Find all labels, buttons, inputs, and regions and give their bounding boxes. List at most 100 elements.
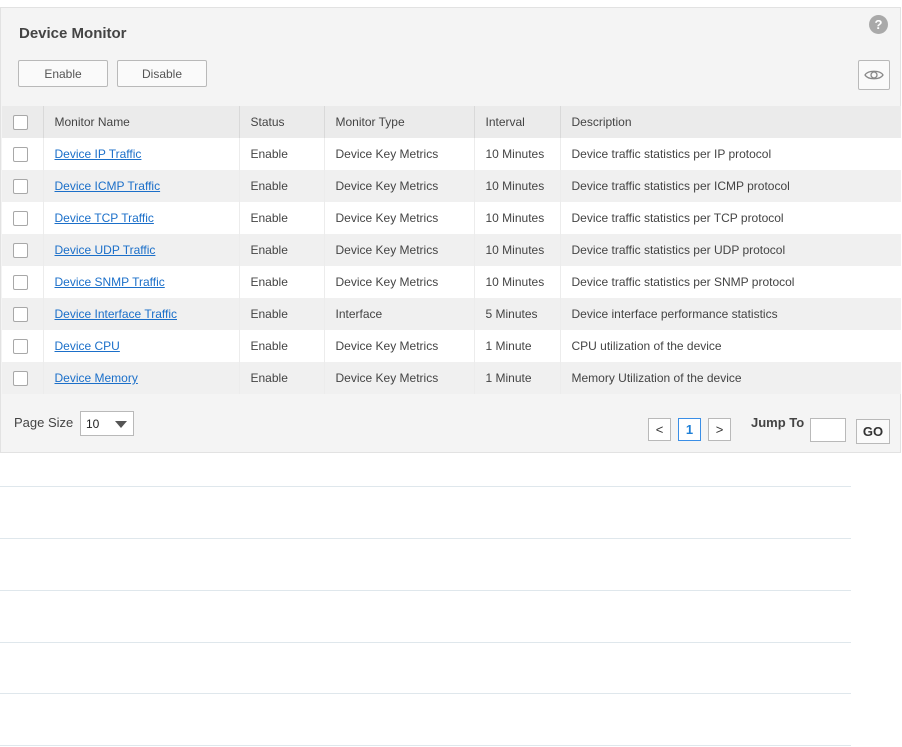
table-row[interactable]: Device CPU Enable Device Key Metrics 1 Minu… — [2, 330, 901, 362]
jump-to-label: Jump To — [751, 415, 805, 430]
row-select-cell — [2, 202, 44, 234]
page-size-select[interactable]: 10 — [80, 411, 134, 436]
table-row[interactable]: Device UDP Traffic Enable Device Key Metri… — [2, 234, 901, 266]
description-cell: Device interface performance statistics — [560, 298, 901, 330]
monitor-table: Monitor Name Status Monitor Type Interva… — [2, 106, 901, 394]
monitor-name-link[interactable]: Device Memory — [55, 371, 138, 385]
status-cell: Enable — [239, 170, 325, 202]
monitor-name-link[interactable]: Device IP Traffic — [55, 147, 142, 161]
status-cell: Enable — [239, 202, 325, 234]
description-cell: Device traffic statistics per TCP protoc… — [560, 202, 901, 234]
eye-icon — [864, 70, 884, 80]
table-row[interactable]: Device IP Traffic Enable Device Key Metric… — [2, 138, 901, 170]
select-all-cell — [2, 106, 44, 138]
table-row[interactable]: Device Memory Enable Device Key Metrics 1 M… — [2, 362, 901, 394]
row-checkbox[interactable] — [13, 210, 28, 226]
description-cell: Device traffic statistics per ICMP proto… — [560, 170, 901, 202]
monitor-name-cell: Device Interface Traffic — [43, 298, 240, 330]
monitor-type-cell: Device Key Metrics — [324, 202, 475, 234]
page-1-button[interactable]: 1 — [678, 418, 701, 441]
divider — [0, 486, 851, 487]
enable-button[interactable]: Enable — [18, 60, 108, 87]
monitor-name-link[interactable]: Device CPU — [55, 339, 120, 353]
jump-to-input[interactable] — [810, 418, 846, 442]
status-cell: Enable — [239, 330, 325, 362]
monitor-type-cell: Device Key Metrics — [324, 234, 475, 266]
divider — [0, 745, 851, 746]
monitor-name-cell: Device TCP Traffic — [43, 202, 240, 234]
status-cell: Enable — [239, 298, 325, 330]
monitor-name-link[interactable]: Device Interface Traffic — [55, 307, 178, 321]
interval-cell: 5 Minutes — [474, 298, 561, 330]
column-visibility-button[interactable] — [858, 60, 890, 90]
column-header-monitor-type[interactable]: Monitor Type — [324, 106, 475, 138]
table-row[interactable]: Device TCP Traffic Enable Device Key Metri… — [2, 202, 901, 234]
monitor-name-cell: Device ICMP Traffic — [43, 170, 240, 202]
status-cell: Enable — [239, 362, 325, 394]
monitor-name-link[interactable]: Device UDP Traffic — [55, 243, 156, 257]
table-row[interactable]: Device SNMP Traffic Enable Device Key Metr… — [2, 266, 901, 298]
row-select-cell — [2, 234, 44, 266]
column-header-interval[interactable]: Interval — [474, 106, 561, 138]
monitor-name-cell: Device SNMP Traffic — [43, 266, 240, 298]
interval-cell: 10 Minutes — [474, 138, 561, 170]
monitor-name-cell: Device UDP Traffic — [43, 234, 240, 266]
monitor-name-link[interactable]: Device TCP Traffic — [55, 211, 154, 225]
row-select-cell — [2, 298, 44, 330]
monitor-type-cell: Device Key Metrics — [324, 170, 475, 202]
monitor-type-cell: Device Key Metrics — [324, 362, 475, 394]
interval-cell: 10 Minutes — [474, 234, 561, 266]
status-cell: Enable — [239, 234, 325, 266]
row-checkbox[interactable] — [13, 338, 28, 354]
help-icon[interactable]: ? — [869, 15, 888, 34]
select-all-checkbox[interactable] — [13, 114, 28, 130]
interval-cell: 1 Minute — [474, 330, 561, 362]
divider — [0, 693, 851, 694]
monitor-name-link[interactable]: Device SNMP Traffic — [55, 275, 165, 289]
table-header-row: Monitor Name Status Monitor Type Interva… — [2, 106, 901, 138]
device-monitor-panel: Device Monitor ? Enable Disable Monitor … — [0, 7, 901, 453]
status-cell: Enable — [239, 138, 325, 170]
page-size-label: Page Size — [14, 415, 74, 430]
page-size-value: 10 — [86, 417, 100, 431]
row-checkbox[interactable] — [13, 178, 28, 194]
page-title: Device Monitor — [19, 25, 127, 42]
description-cell: Device traffic statistics per UDP protoc… — [560, 234, 901, 266]
row-select-cell — [2, 362, 44, 394]
row-checkbox[interactable] — [13, 274, 28, 290]
row-select-cell — [2, 266, 44, 298]
monitor-name-cell: Device CPU — [43, 330, 240, 362]
description-cell: CPU utilization of the device — [560, 330, 901, 362]
divider — [0, 590, 851, 591]
monitor-type-cell: Device Key Metrics — [324, 266, 475, 298]
row-select-cell — [2, 170, 44, 202]
table-row[interactable]: Device ICMP Traffic Enable Device Key Metr… — [2, 170, 901, 202]
status-cell: Enable — [239, 266, 325, 298]
monitor-type-cell: Device Key Metrics — [324, 138, 475, 170]
table-row[interactable]: Device Interface Traffic Enable Interface 5… — [2, 298, 901, 330]
column-header-monitor-name[interactable]: Monitor Name — [43, 106, 240, 138]
divider — [0, 642, 851, 643]
chevron-down-icon — [115, 421, 127, 428]
row-checkbox[interactable] — [13, 242, 28, 258]
prev-page-button[interactable]: < — [648, 418, 671, 441]
disable-button[interactable]: Disable — [117, 60, 207, 87]
row-checkbox[interactable] — [13, 370, 28, 386]
row-checkbox[interactable] — [13, 146, 28, 162]
description-cell: Device traffic statistics per SNMP proto… — [560, 266, 901, 298]
monitor-name-link[interactable]: Device ICMP Traffic — [55, 179, 161, 193]
column-header-status[interactable]: Status — [239, 106, 325, 138]
monitor-name-cell: Device Memory — [43, 362, 240, 394]
row-checkbox[interactable] — [13, 306, 28, 322]
next-page-button[interactable]: > — [708, 418, 731, 441]
interval-cell: 1 Minute — [474, 362, 561, 394]
divider — [0, 538, 851, 539]
row-select-cell — [2, 138, 44, 170]
monitor-name-cell: Device IP Traffic — [43, 138, 240, 170]
description-cell: Device traffic statistics per IP protoco… — [560, 138, 901, 170]
interval-cell: 10 Minutes — [474, 266, 561, 298]
go-button[interactable]: GO — [856, 419, 890, 444]
column-header-description[interactable]: Description — [560, 106, 901, 138]
description-cell: Memory Utilization of the device — [560, 362, 901, 394]
interval-cell: 10 Minutes — [474, 170, 561, 202]
